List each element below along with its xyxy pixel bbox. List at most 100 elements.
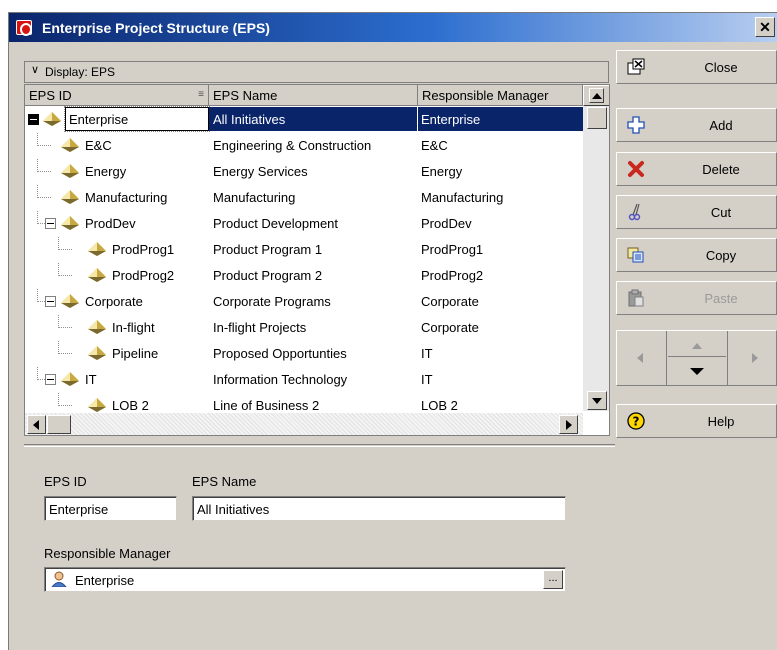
- copy-button[interactable]: Copy: [616, 238, 777, 272]
- eps-node-icon: [88, 398, 106, 412]
- move-down-icon: [690, 368, 704, 375]
- arrow-left-icon: [33, 420, 39, 430]
- plus-icon: [627, 116, 645, 134]
- column-header-manager[interactable]: Responsible Manager: [418, 85, 583, 106]
- responsible-manager-field[interactable]: Enterprise ...: [44, 567, 566, 592]
- manager-cell: E&C: [421, 138, 448, 153]
- help-button[interactable]: ? Help: [616, 404, 777, 438]
- collapse-toggle-icon[interactable]: [45, 218, 56, 229]
- eps-grid[interactable]: EPS ID ≡ EPS Name Responsible Manager En…: [24, 84, 610, 436]
- table-row[interactable]: Energy Energy Services Energy: [25, 159, 583, 185]
- collapse-toggle-icon[interactable]: [45, 374, 56, 385]
- move-down-button[interactable]: [668, 358, 726, 385]
- manager-cell: ProdDev: [421, 216, 472, 231]
- scroll-right-button[interactable]: [559, 415, 578, 434]
- arrow-up-icon: [592, 93, 602, 99]
- eps-id-cell: Manufacturing: [85, 190, 168, 205]
- collapse-toggle-icon[interactable]: [28, 114, 39, 125]
- move-up-icon: [692, 343, 702, 349]
- vertical-scrollbar[interactable]: [583, 85, 609, 411]
- eps-node-icon: [88, 268, 106, 282]
- eps-id-cell: ProdDev: [85, 216, 136, 231]
- eps-name-field[interactable]: All Initiatives: [192, 496, 566, 521]
- browse-button[interactable]: ...: [543, 570, 563, 589]
- eps-node-icon: [43, 112, 61, 126]
- horizontal-scrollbar[interactable]: [25, 413, 583, 435]
- display-label: Display: EPS: [45, 65, 116, 79]
- close-window-icon: [627, 58, 645, 76]
- manager-cell: Corporate: [421, 320, 479, 335]
- eps-id-cell: Enterprise: [64, 106, 210, 132]
- delete-button[interactable]: Delete: [616, 152, 777, 186]
- tree-connector: [37, 133, 51, 146]
- table-row[interactable]: ProdProg2 Product Program 2 ProdProg2: [25, 263, 583, 289]
- eps-node-icon: [88, 320, 106, 334]
- table-row[interactable]: In-flight In-flight Projects Corporate: [25, 315, 583, 341]
- collapse-toggle-icon[interactable]: [45, 296, 56, 307]
- eps-id-cell: IT: [85, 372, 97, 387]
- table-row[interactable]: Pipeline Proposed Opportunties IT: [25, 341, 583, 367]
- eps-id-cell: LOB 2: [112, 398, 149, 413]
- eps-id-field[interactable]: Enterprise: [44, 496, 177, 521]
- table-row[interactable]: IT Information Technology IT: [25, 367, 583, 393]
- eps-id-cell: Corporate: [85, 294, 143, 309]
- close-button[interactable]: Close: [616, 50, 777, 84]
- eps-name-cell: All Initiatives: [209, 107, 417, 131]
- scroll-thumb[interactable]: [587, 107, 607, 129]
- eps-name-cell: Corporate Programs: [213, 294, 331, 309]
- scroll-up-button[interactable]: [589, 88, 604, 103]
- add-button[interactable]: Add: [616, 108, 777, 142]
- person-icon: [50, 571, 68, 588]
- svg-text:?: ?: [633, 415, 640, 429]
- eps-node-icon: [61, 216, 79, 230]
- eps-node-icon: [61, 294, 79, 308]
- responsible-manager-value: Enterprise: [75, 573, 135, 588]
- table-row[interactable]: ProdProg1 Product Program 1 ProdProg1: [25, 237, 583, 263]
- hscroll-thumb[interactable]: [47, 415, 71, 434]
- cut-button-label: Cut: [710, 205, 732, 220]
- move-left-button[interactable]: [617, 331, 667, 385]
- eps-name-cell: Proposed Opportunties: [213, 346, 347, 361]
- oracle-logo-icon: [16, 20, 32, 36]
- move-right-icon: [752, 353, 758, 363]
- eps-id-cell: ProdProg2: [112, 268, 175, 283]
- table-row[interactable]: E&C Engineering & Construction E&C: [25, 133, 583, 159]
- display-bar[interactable]: ∨ Display: EPS: [24, 61, 609, 83]
- tree-connector: [37, 159, 51, 172]
- scroll-down-button[interactable]: [587, 391, 607, 410]
- eps-name-cell: Information Technology: [213, 372, 348, 387]
- scroll-left-button[interactable]: [27, 415, 46, 434]
- responsible-manager-label: Responsible Manager: [44, 546, 171, 561]
- eps-name-cell: Energy Services: [213, 164, 308, 179]
- panel-divider: [24, 444, 615, 447]
- table-row[interactable]: Enterprise All Initiatives Enterprise: [25, 106, 583, 133]
- tree-connector: [37, 185, 51, 198]
- paste-icon: [627, 289, 645, 307]
- manager-cell: Manufacturing: [421, 190, 504, 205]
- column-header-eps-name[interactable]: EPS Name: [209, 85, 418, 106]
- title-close-button[interactable]: ✕: [755, 17, 775, 37]
- column-header-eps-id-label: EPS ID: [29, 88, 72, 103]
- paste-button-label: Paste: [704, 291, 738, 306]
- move-right-button[interactable]: [727, 331, 777, 385]
- title-bar[interactable]: Enterprise Project Structure (EPS) ✕: [9, 13, 777, 42]
- manager-cell: Enterprise: [418, 107, 583, 131]
- eps-id-cell: Energy: [85, 164, 127, 179]
- table-row[interactable]: ProdDev Product Development ProdDev: [25, 211, 583, 237]
- tree-connector: [58, 341, 72, 354]
- table-row[interactable]: Corporate Corporate Programs Corporate: [25, 289, 583, 315]
- manager-cell: Energy: [421, 164, 463, 179]
- column-header-eps-id[interactable]: EPS ID ≡: [25, 85, 209, 106]
- move-up-button[interactable]: [668, 331, 726, 357]
- eps-id-cell: Pipeline: [112, 346, 159, 361]
- arrow-down-icon: [592, 398, 602, 404]
- arrow-right-icon: [566, 420, 572, 430]
- move-left-icon: [637, 353, 643, 363]
- delete-button-label: Delete: [702, 162, 740, 177]
- table-row[interactable]: Manufacturing Manufacturing Manufacturing: [25, 185, 583, 211]
- eps-name-cell: Product Program 1: [213, 242, 323, 257]
- paste-button[interactable]: Paste: [616, 281, 777, 315]
- cut-button[interactable]: Cut: [616, 195, 777, 229]
- manager-cell: ProdProg1: [421, 242, 484, 257]
- add-button-label: Add: [709, 118, 733, 133]
